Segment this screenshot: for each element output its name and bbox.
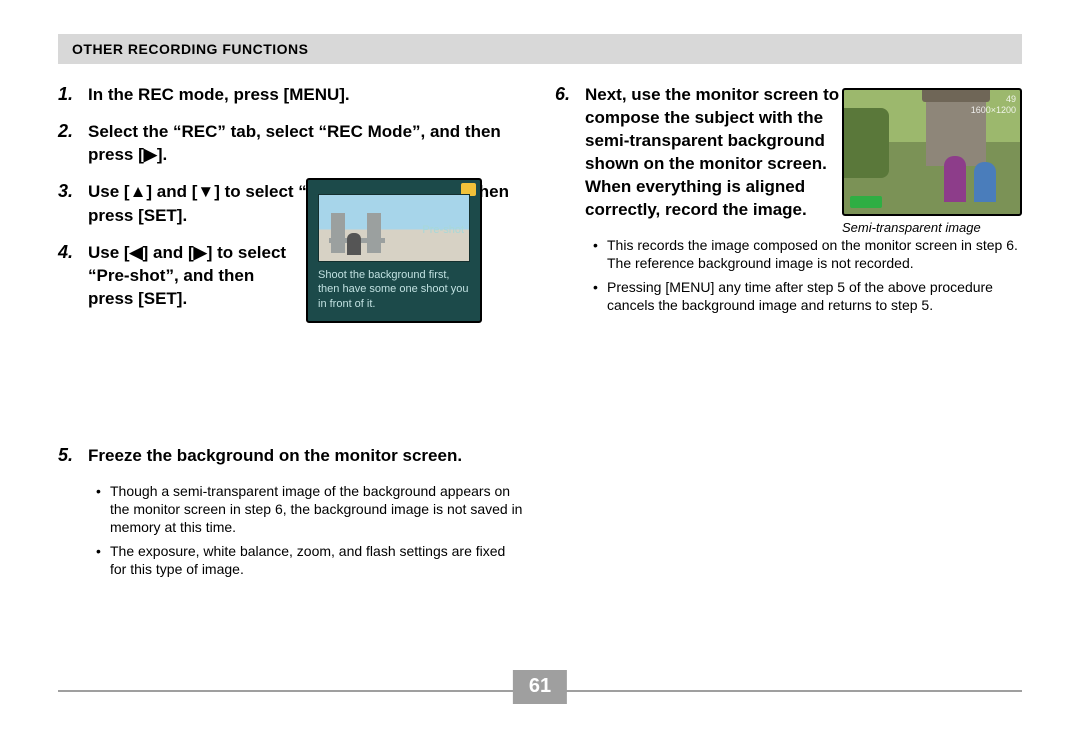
step-number: 5. <box>58 445 80 468</box>
step6-bullets: This records the image composed on the m… <box>593 236 1022 315</box>
person-1 <box>944 156 966 202</box>
step-number: 6. <box>555 84 577 222</box>
step-text: In the REC mode, press [MENU]. <box>88 84 525 107</box>
person-2 <box>974 162 996 202</box>
preshot-caption: Shoot the background first, then have so… <box>318 268 470 311</box>
bullet-item: The exposure, white balance, zoom, and f… <box>96 542 525 578</box>
hud-count: 49 <box>971 94 1016 105</box>
left-column: 1. In the REC mode, press [MENU]. 2. Sel… <box>58 84 525 590</box>
step-number: 4. <box>58 242 80 311</box>
person-silhouette <box>347 233 361 255</box>
right-column: 6. Next, use the monitor screen to compo… <box>555 84 1022 590</box>
indicator-bar <box>850 196 882 208</box>
two-column-layout: 1. In the REC mode, press [MENU]. 2. Sel… <box>58 84 1022 590</box>
step-5: 5. Freeze the background on the monitor … <box>58 445 525 468</box>
bullet-item: Though a semi-transparent image of the b… <box>96 482 525 537</box>
step-number: 3. <box>58 181 80 228</box>
preshot-figure: Pre-shot Shoot the background first, the… <box>306 178 482 323</box>
semi-transparent-figure: 49 1600×1200 Semi-transparent image <box>842 88 1022 235</box>
step-number: 1. <box>58 84 80 107</box>
step-1: 1. In the REC mode, press [MENU]. <box>58 84 525 107</box>
section-title: OTHER RECORDING FUNCTIONS <box>72 41 309 57</box>
hud-readout: 49 1600×1200 <box>971 94 1016 116</box>
tower-shape <box>331 213 345 253</box>
step-text: Use [◀] and [▶] to select “Pre-shot”, an… <box>88 242 303 311</box>
step-text: Select the “REC” tab, select “REC Mode”,… <box>88 121 525 167</box>
step-2: 2. Select the “REC” tab, select “REC Mod… <box>58 121 525 167</box>
step-text: Next, use the monitor screen to compose … <box>585 84 845 222</box>
step3-pre: Use [▲] and [▼] to select “ <box>88 182 307 201</box>
step-number: 2. <box>58 121 80 167</box>
step-text: Freeze the background on the monitor scr… <box>88 445 525 468</box>
camera-preview-image: 49 1600×1200 <box>842 88 1022 216</box>
section-header: OTHER RECORDING FUNCTIONS <box>58 34 1022 64</box>
trees-shape <box>844 108 889 178</box>
figure-caption: Semi-transparent image <box>842 220 1022 235</box>
bullet-item: This records the image composed on the m… <box>593 236 1022 272</box>
people-group <box>942 148 998 202</box>
step5-bullets: Though a semi-transparent image of the b… <box>96 482 525 579</box>
bullet-item: Pressing [MENU] any time after step 5 of… <box>593 278 1022 314</box>
hud-resolution: 1600×1200 <box>971 105 1016 116</box>
page-number: 61 <box>513 670 567 704</box>
tower-shape <box>367 213 381 253</box>
preshot-label: Pre-shot <box>422 224 464 236</box>
